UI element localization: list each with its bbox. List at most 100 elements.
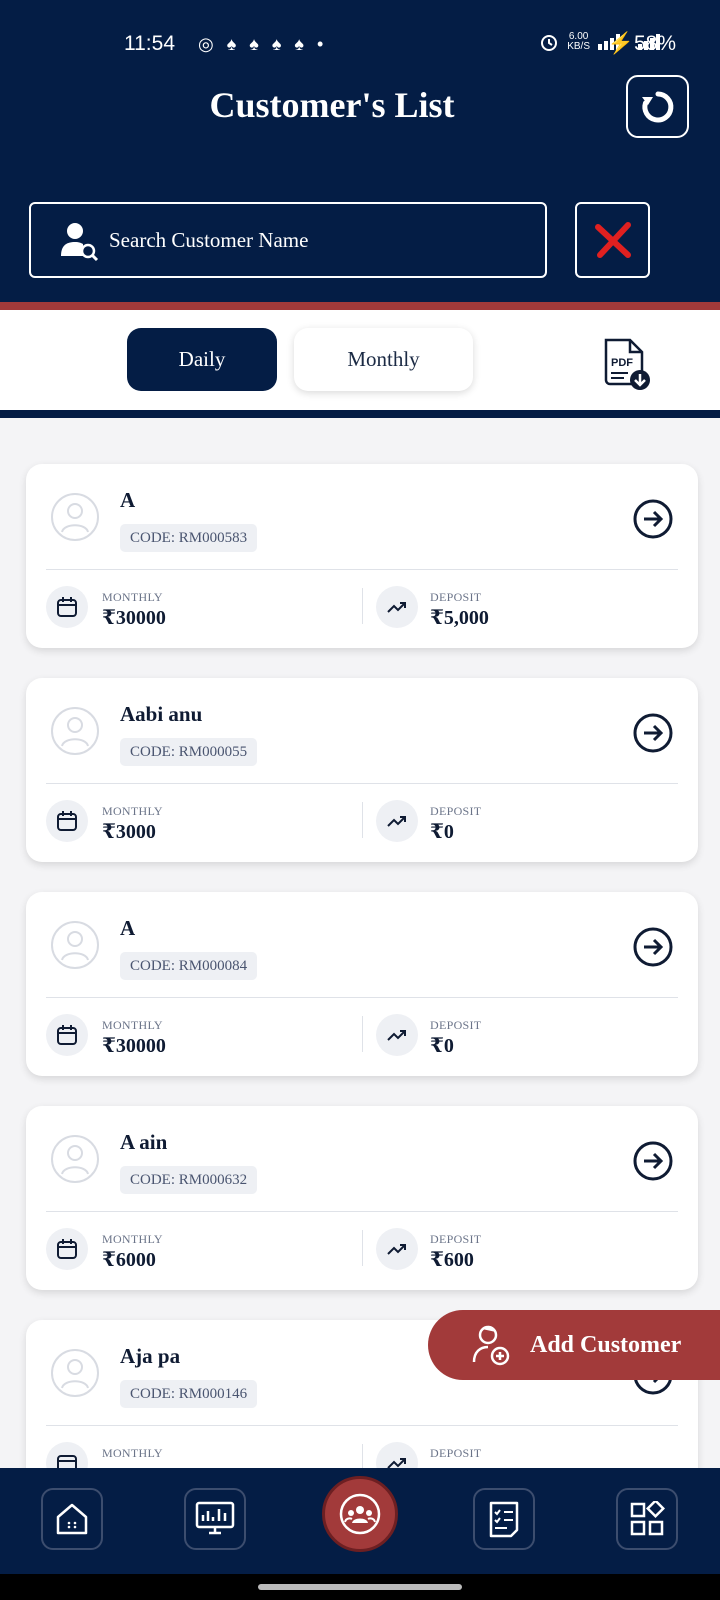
pdf-download-button[interactable]: PDF <box>598 336 654 392</box>
app-header: 11:54 ◎ ♠ ♠ ♠ ♠ • 6.00 KB/S ⚡58% Custome… <box>0 0 720 302</box>
customers-group-icon <box>339 1493 381 1535</box>
network-speed-unit: KB/S <box>567 41 590 52</box>
trend-up-icon <box>376 586 418 628</box>
tab-daily[interactable]: Daily <box>127 328 277 391</box>
card-divider <box>46 1425 678 1426</box>
pdf-download-icon: PDF <box>604 338 650 390</box>
calendar-icon <box>46 1228 88 1270</box>
trend-up-icon <box>376 1442 418 1468</box>
gesture-bar[interactable] <box>258 1584 462 1590</box>
customer-name: Aabi anu <box>120 702 203 726</box>
calendar-icon <box>46 1014 88 1056</box>
monthly-label: MONTHLY <box>102 1232 163 1246</box>
notification-icons: ◎ ♠ ♠ ♠ ♠ • <box>198 34 328 54</box>
tabs-bar: Daily Monthly PDF <box>0 310 720 410</box>
deposit-value: ₹0 <box>430 821 454 843</box>
avatar-icon <box>51 1135 99 1183</box>
search-user-icon <box>61 223 99 262</box>
card-divider <box>46 569 678 570</box>
pdf-icon-text: PDF <box>611 357 633 369</box>
nav-customers[interactable] <box>322 1476 398 1552</box>
nav-home[interactable] <box>41 1488 103 1550</box>
card-divider <box>46 997 678 998</box>
add-customer-label: Add Customer <box>530 1331 682 1358</box>
customer-name: A ain <box>120 1130 168 1154</box>
column-divider <box>362 1016 363 1052</box>
add-customer-button[interactable]: Add Customer <box>428 1310 720 1380</box>
charging-icon: ⚡ <box>607 32 634 55</box>
monitor-chart-icon <box>195 1501 235 1535</box>
calendar-icon <box>46 800 88 842</box>
customer-code: CODE: RM000084 <box>120 952 258 980</box>
customer-name: A <box>120 488 136 512</box>
accent-strip <box>0 302 720 310</box>
deposit-value: ₹600 <box>430 1249 474 1271</box>
card-divider <box>46 1211 678 1212</box>
nav-dashboard[interactable] <box>184 1488 246 1550</box>
trend-up-icon <box>376 1014 418 1056</box>
monthly-label: MONTHLY <box>102 1446 163 1460</box>
monthly-value: ₹30000 <box>102 1035 166 1057</box>
calendar-icon <box>46 586 88 628</box>
avatar-icon <box>51 1349 99 1397</box>
monthly-value: ₹6000 <box>102 1249 156 1271</box>
alarm-icon <box>541 35 558 51</box>
refresh-button[interactable] <box>626 75 689 138</box>
network-speed: 6.00 KB/S <box>567 32 590 52</box>
add-user-icon <box>472 1325 510 1366</box>
apps-grid-icon <box>630 1501 665 1536</box>
battery-level: ⚡58% <box>608 32 676 56</box>
deposit-label: DEPOSIT <box>430 1018 482 1032</box>
deposit-value: ₹5,000 <box>430 607 489 629</box>
calendar-icon <box>46 1442 88 1468</box>
avatar-icon <box>51 921 99 969</box>
deposit-value: ₹0 <box>430 1035 454 1057</box>
refresh-icon <box>641 91 673 122</box>
arrow-right-circle-icon[interactable] <box>632 1140 674 1182</box>
deposit-label: DEPOSIT <box>430 1446 482 1460</box>
monthly-value: ₹3000 <box>102 821 156 843</box>
battery-percent: 58% <box>633 32 676 55</box>
gesture-area <box>0 1574 720 1600</box>
arrow-right-circle-icon[interactable] <box>632 712 674 754</box>
customer-card[interactable]: A ain CODE: RM000632 MONTHLY ₹6000 DEPOS… <box>26 1106 698 1290</box>
page-title: Customer's List <box>209 85 455 125</box>
nav-more[interactable] <box>616 1488 678 1550</box>
deposit-label: DEPOSIT <box>430 590 482 604</box>
nav-reports[interactable] <box>473 1488 535 1550</box>
monthly-label: MONTHLY <box>102 590 163 604</box>
customer-card[interactable]: A CODE: RM000583 MONTHLY ₹30000 DEPOSIT … <box>26 464 698 648</box>
search-input[interactable] <box>109 227 529 253</box>
home-icon <box>56 1503 88 1535</box>
deposit-label: DEPOSIT <box>430 804 482 818</box>
customer-code: CODE: RM000632 <box>120 1166 258 1194</box>
status-time: 11:54 <box>124 32 175 55</box>
monthly-value: ₹30000 <box>102 607 166 629</box>
status-bar: 11:54 ◎ ♠ ♠ ♠ ♠ • 6.00 KB/S ⚡58% <box>0 28 720 64</box>
customer-name: Aja pa <box>120 1344 181 1368</box>
arrow-right-circle-icon[interactable] <box>632 926 674 968</box>
monthly-label: MONTHLY <box>102 1018 163 1032</box>
column-divider <box>362 1444 363 1468</box>
card-divider <box>46 783 678 784</box>
customer-card[interactable]: A CODE: RM000084 MONTHLY ₹30000 DEPOSIT … <box>26 892 698 1076</box>
tab-monthly[interactable]: Monthly <box>294 328 473 391</box>
trend-up-icon <box>376 800 418 842</box>
column-divider <box>362 1230 363 1266</box>
arrow-right-circle-icon[interactable] <box>632 498 674 540</box>
customer-name: A <box>120 916 136 940</box>
customer-code: CODE: RM000055 <box>120 738 258 766</box>
column-divider <box>362 802 363 838</box>
customer-code: CODE: RM000146 <box>120 1380 258 1408</box>
search-box[interactable] <box>29 202 547 278</box>
clear-search-button[interactable] <box>575 202 650 278</box>
bottom-navigation <box>0 1468 720 1574</box>
trend-up-icon <box>376 1228 418 1270</box>
avatar-icon <box>51 707 99 755</box>
tabs-bottom-border <box>0 410 720 418</box>
customer-card[interactable]: Aabi anu CODE: RM000055 MONTHLY ₹3000 DE… <box>26 678 698 862</box>
avatar-icon <box>51 493 99 541</box>
checklist-icon <box>489 1501 519 1538</box>
close-icon <box>594 222 631 258</box>
customer-code: CODE: RM000583 <box>120 524 258 552</box>
